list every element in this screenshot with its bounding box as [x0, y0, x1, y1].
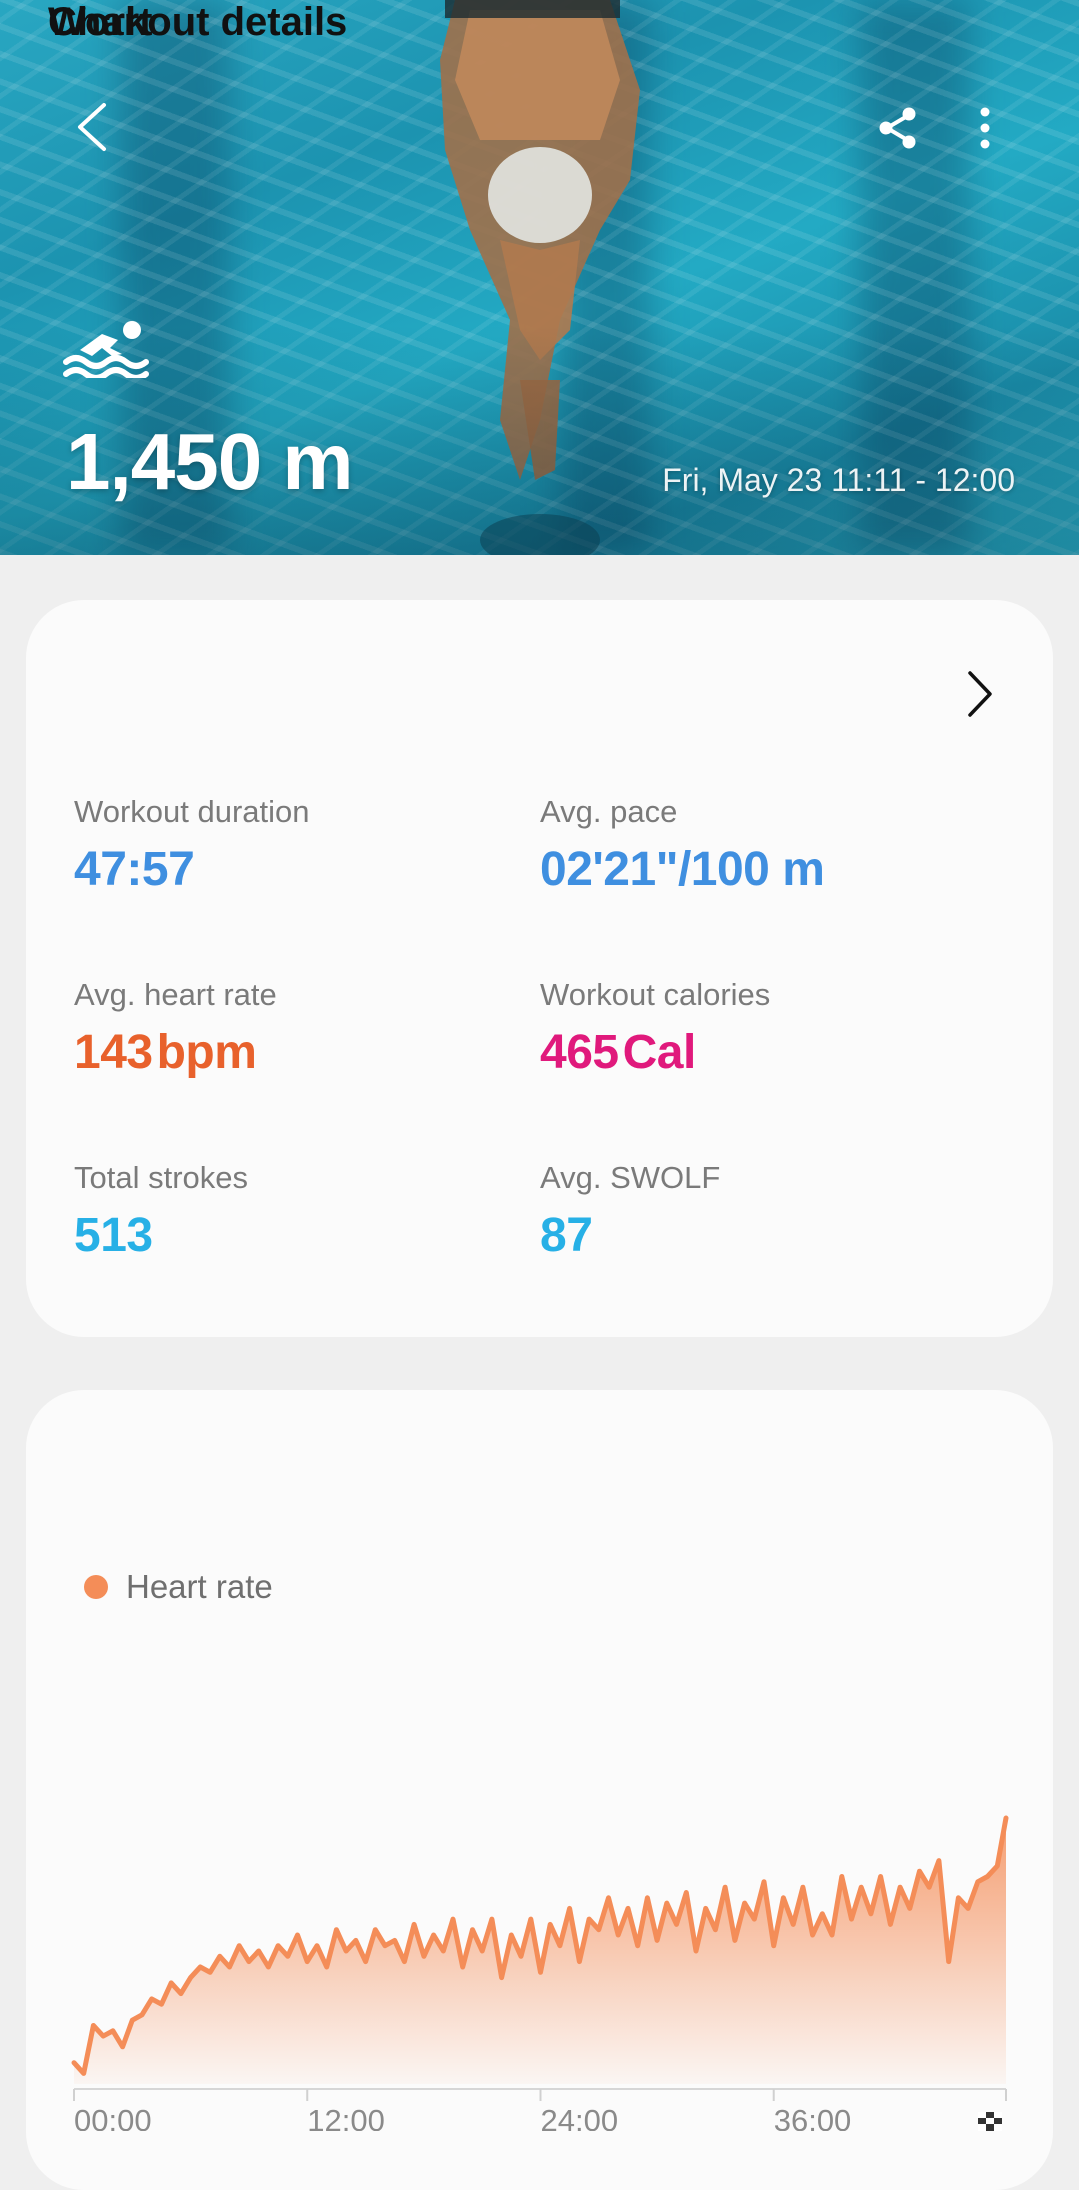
- chart-card: [26, 1390, 1053, 2190]
- metric-label: Avg. pace: [540, 794, 678, 829]
- metric-avg-swolf: Avg. SWOLF 87: [540, 1160, 720, 1263]
- chevron-left-icon: [78, 103, 106, 151]
- metric-label: Avg. SWOLF: [540, 1160, 721, 1195]
- more-options-button[interactable]: [960, 98, 1010, 158]
- share-button[interactable]: [868, 98, 928, 158]
- metric-avg-pace: Avg. pace 02'21"/100 m: [540, 794, 825, 897]
- legend-dot: [84, 1575, 108, 1599]
- swimming-icon: [63, 321, 149, 378]
- metric-avg-heart-rate: Avg. heart rate 143bpm: [74, 977, 277, 1080]
- metric-value: 465Cal: [540, 1026, 696, 1079]
- back-button[interactable]: [62, 95, 122, 159]
- metric-label: Workout duration: [74, 794, 310, 829]
- chart-title: Chart: [48, 0, 153, 44]
- distance-value: 1,450 m: [66, 417, 354, 506]
- metric-label: Avg. heart rate: [74, 977, 277, 1012]
- metric-value: 513: [74, 1209, 153, 1262]
- metric-total-strokes: Total strokes 513: [74, 1160, 248, 1263]
- metric-value: 87: [540, 1209, 593, 1262]
- share-icon: [879, 107, 916, 149]
- metric-value: 47:57: [74, 843, 195, 896]
- metric-label: Workout calories: [540, 977, 771, 1012]
- more-vertical-icon: [980, 107, 990, 149]
- metric-label: Total strokes: [74, 1160, 249, 1195]
- workout-details-open-button[interactable]: [950, 664, 1010, 724]
- metric-workout-calories: Workout calories 465Cal: [540, 977, 770, 1080]
- metric-workout-duration: Workout duration 47:57: [74, 794, 310, 897]
- metric-value: 02'21"/100 m: [540, 843, 825, 896]
- legend-label: Heart rate: [126, 1568, 273, 1605]
- chart-legend: Heart rate: [84, 1568, 273, 1606]
- chevron-right-icon: [968, 671, 992, 717]
- workout-datetime: Fri, May 23 11:11 - 12:00: [662, 462, 1015, 498]
- metric-value: 143bpm: [74, 1026, 257, 1079]
